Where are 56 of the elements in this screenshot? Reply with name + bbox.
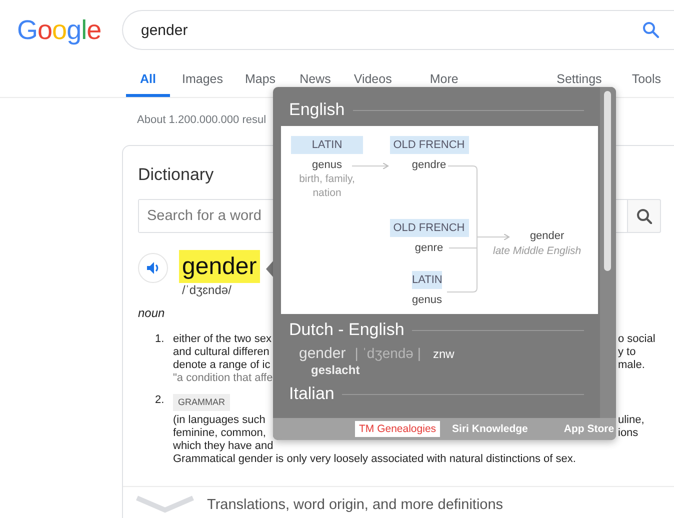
definition-text: Grammatical gender is only very loosely associated with natural distinctions of sex. (173, 453, 576, 466)
definition-text: and cultural differen (173, 346, 270, 359)
definition-text: which they have and (173, 440, 274, 453)
etymon-word: genre (414, 242, 444, 255)
grammar-tag: GRAMMAR (173, 394, 230, 411)
translation-text: geslacht (310, 363, 361, 378)
speaker-icon (146, 261, 160, 275)
pronunciation: | ˈdʒendə | (354, 344, 421, 362)
sense-number: 2. (155, 394, 166, 408)
section-title: Dutch - English (289, 320, 404, 340)
definition-text: feminine, common, (173, 427, 266, 440)
definition-text: male. (618, 359, 646, 372)
more-definitions-link[interactable]: Translations, word origin, and more definitions (207, 497, 504, 513)
source-tab[interactable]: TM Genealogies (355, 421, 440, 437)
translation-headword: gender (299, 345, 346, 363)
card-title: Dictionary (138, 164, 214, 186)
search-button[interactable] (627, 199, 661, 233)
section-title: English (289, 100, 345, 120)
etymon-word: genus (412, 294, 442, 307)
headword: gender (179, 250, 260, 283)
arrow (476, 234, 510, 240)
language-label: OLD FRENCH (390, 219, 468, 237)
scrollbar-thumb[interactable] (604, 91, 611, 271)
etymon-word: genus (312, 159, 342, 172)
etymon-word: gendre (412, 159, 446, 172)
result-stats: About 1.200.000.000 resul (137, 113, 268, 128)
definition-text: y to (618, 346, 637, 359)
origin-note: late Middle English (493, 245, 582, 257)
definition-text: (in languages such (173, 414, 266, 427)
gloss-text: birth, family, nation (298, 172, 356, 200)
sense-number: 1. (155, 333, 166, 347)
example-text: "a condition that affe (173, 372, 273, 385)
section-title: Italian (289, 384, 334, 404)
part-of-speech: znw (433, 346, 454, 363)
definition-text: o social (618, 333, 656, 346)
search-tab[interactable]: Images (170, 72, 234, 97)
tool-link[interactable]: Tools (632, 72, 661, 97)
chevron-icon (135, 495, 197, 515)
arrow (352, 162, 388, 170)
definition-text: ions (618, 427, 640, 440)
definition-text: either of the two sex (173, 333, 272, 346)
speaker-button[interactable] (138, 253, 168, 283)
pronunciation: /ˈdʒɛndə/ (182, 283, 232, 298)
search-icon[interactable] (642, 21, 660, 39)
result-word: gender (530, 230, 564, 242)
language-label: OLD FRENCH (390, 136, 468, 154)
language-label: LATIN (291, 136, 363, 154)
search-tab[interactable]: Maps (234, 72, 287, 97)
definition-text: denote a range of ic (173, 359, 270, 372)
search-icon (636, 208, 652, 224)
part-of-speech: noun (138, 306, 166, 320)
definition-text: uline, (618, 414, 644, 427)
search-field[interactable]: gender (122, 10, 674, 50)
scrollbar[interactable] (600, 87, 616, 418)
language-label: LATIN (412, 271, 442, 289)
search-tab[interactable]: All (126, 72, 170, 97)
